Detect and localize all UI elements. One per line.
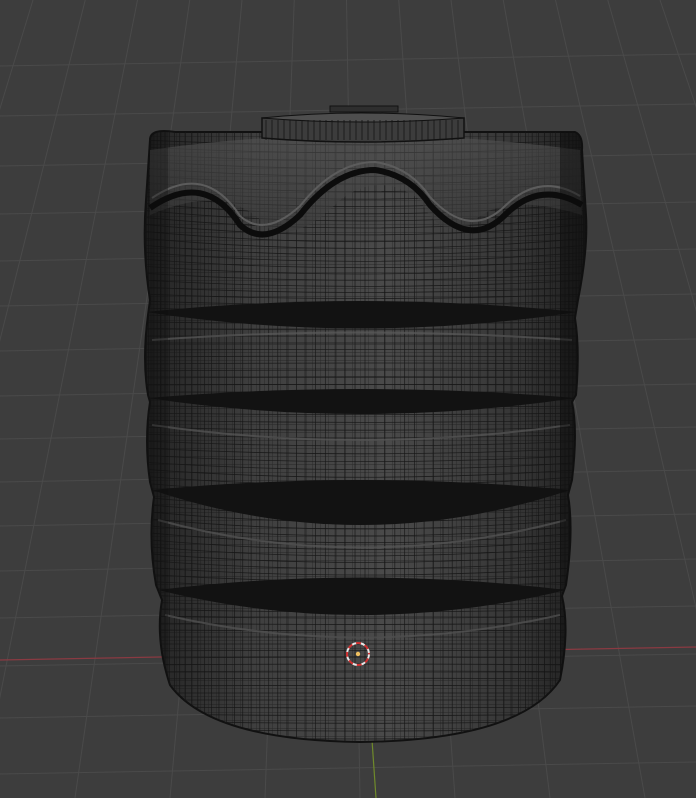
grid-line (0, 0, 34, 111)
origin-dot (355, 651, 361, 657)
viewport-canvas[interactable] (0, 0, 696, 798)
grid-line (0, 761, 696, 775)
grid-line (607, 0, 696, 312)
grid-line (0, 0, 138, 700)
tank-wire-grid (144, 131, 587, 742)
grid-line (659, 0, 696, 108)
grid-line (555, 0, 696, 610)
grid-line (0, 0, 86, 342)
water-tank-mesh[interactable] (140, 105, 600, 750)
3d-viewport[interactable] (0, 0, 696, 798)
y-axis-line (371, 739, 377, 798)
